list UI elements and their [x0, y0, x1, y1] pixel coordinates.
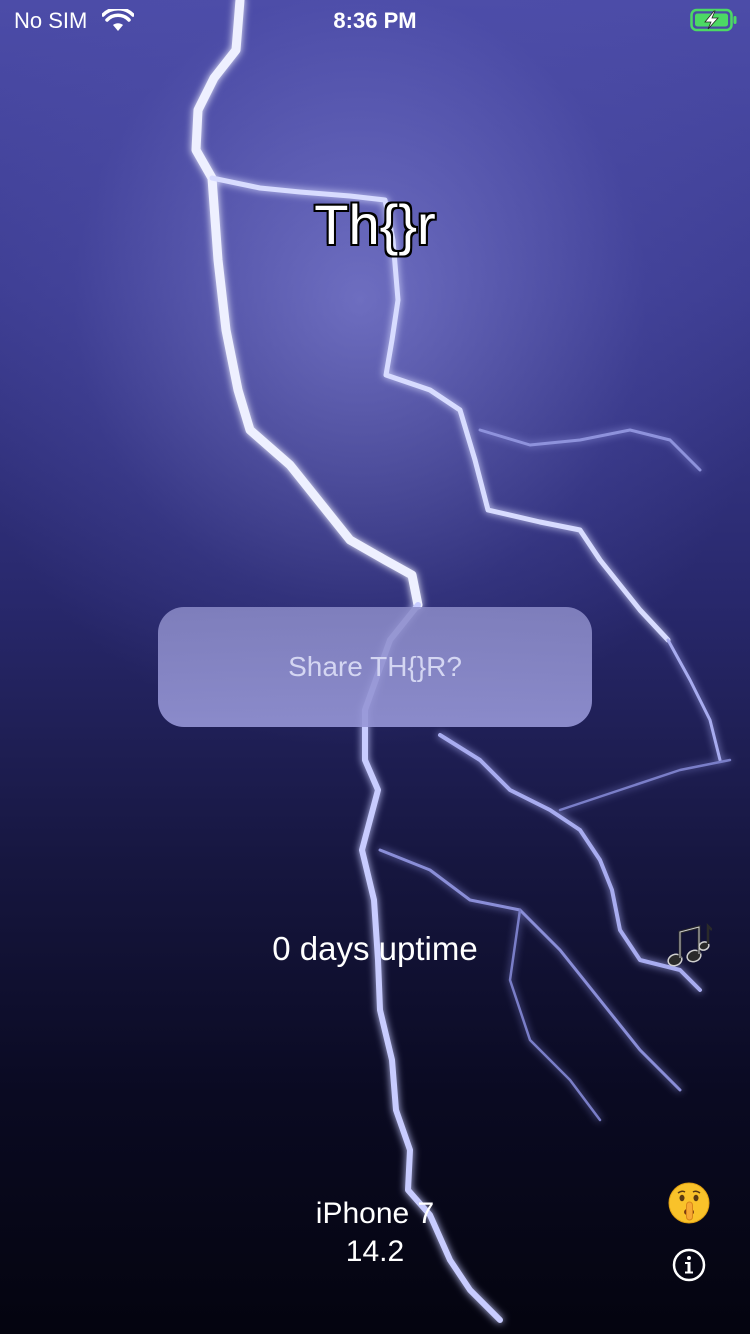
- device-model: iPhone 7: [315, 1197, 435, 1230]
- status-bar: No SIM 8:36 PM: [0, 0, 750, 40]
- app-screen: No SIM 8:36 PM Th{}r Share TH{}R? 0 days…: [0, 0, 750, 1334]
- device-info: iPhone 7 14.2: [0, 1195, 750, 1271]
- music-notes-icon[interactable]: [664, 922, 712, 972]
- shushing-face-icon[interactable]: [668, 1182, 710, 1224]
- app-title: Th{}r: [314, 193, 436, 256]
- ios-version: 14.2: [345, 1235, 405, 1268]
- share-button-label: Share TH{}R?: [288, 651, 462, 682]
- battery-charging-icon: [690, 8, 737, 32]
- uptime-label: 0 days uptime: [272, 930, 478, 967]
- share-button[interactable]: Share TH{}R?: [158, 607, 592, 727]
- info-icon[interactable]: [672, 1248, 706, 1282]
- status-time: 8:36 PM: [333, 8, 417, 33]
